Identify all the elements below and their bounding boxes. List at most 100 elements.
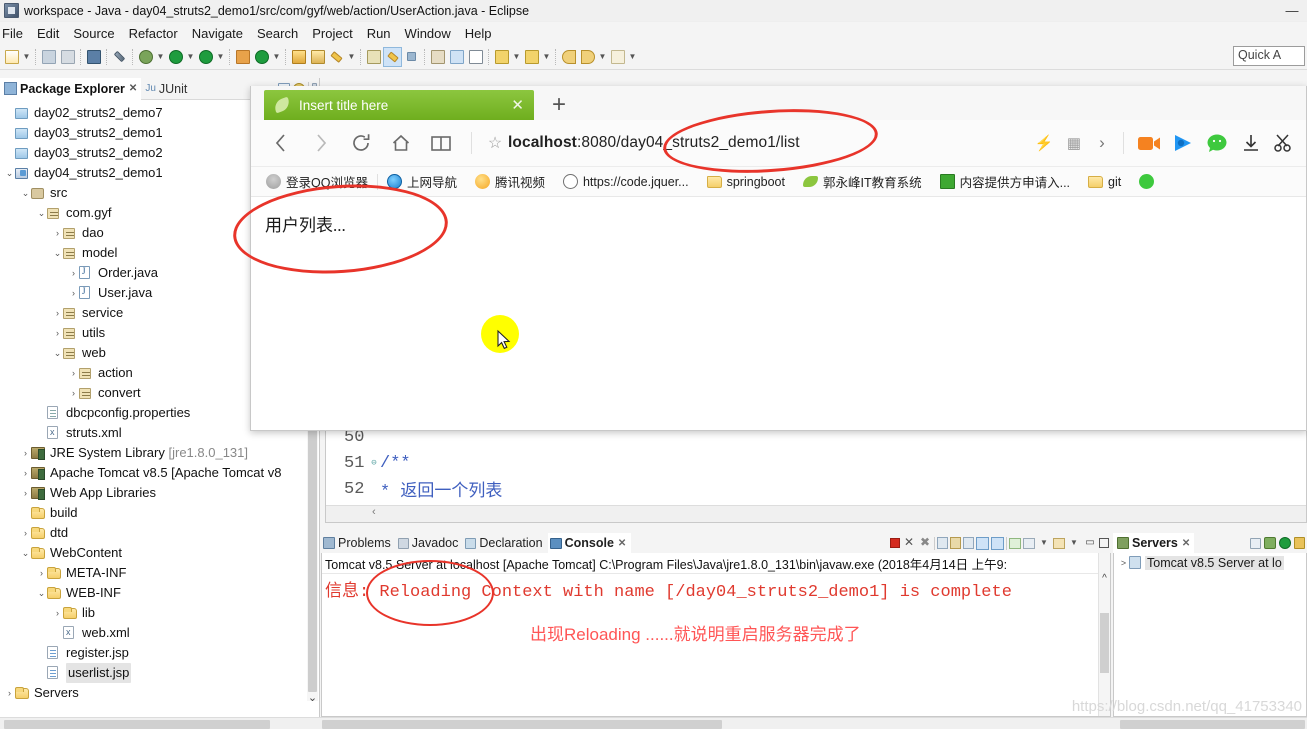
scrollbar-thumb[interactable]	[1100, 613, 1109, 673]
expand-arrow[interactable]: ›	[20, 528, 31, 538]
tree-item[interactable]: › META-INF	[2, 563, 319, 583]
tree-item[interactable]: web.xml	[2, 623, 319, 643]
server-row[interactable]: > Tomcat v8.5 Server at lo	[1114, 553, 1306, 572]
debug-button[interactable]	[136, 47, 155, 67]
new-tab-button[interactable]: +	[552, 91, 566, 119]
back-icon[interactable]	[261, 126, 301, 160]
remove-launch-icon[interactable]: ✕	[902, 536, 916, 550]
save-button[interactable]	[39, 47, 58, 67]
home-icon[interactable]	[381, 126, 421, 160]
tree-item[interactable]: userlist.jsp	[2, 663, 319, 683]
collapse-arrow[interactable]: ⌄	[52, 248, 63, 259]
tab-console[interactable]: Console ✕	[547, 533, 632, 553]
next-annotation-button[interactable]	[492, 47, 511, 67]
show-console-icon[interactable]	[963, 537, 974, 549]
expand-arrow[interactable]: ›	[68, 368, 79, 378]
open-console-menu-icon[interactable]	[1053, 537, 1065, 549]
bookmark-item[interactable]: springboot	[698, 175, 794, 189]
tab-junit[interactable]: Ju JUnit	[141, 78, 191, 100]
bookmark-item[interactable]: 内容提供方申请入...	[931, 172, 1079, 191]
console-vertical-scrollbar[interactable]: ^	[1098, 553, 1110, 716]
close-icon[interactable]: ✕	[618, 538, 626, 549]
new-button[interactable]	[2, 47, 21, 67]
new-dropdown-arrow[interactable]: ▼	[21, 47, 32, 67]
console-dropdown-arrow[interactable]: ▼	[1037, 536, 1051, 550]
bookmark-item[interactable]	[1130, 174, 1168, 189]
video-record-icon[interactable]	[1134, 135, 1164, 152]
run-external-button[interactable]	[196, 47, 215, 67]
prev-annotation-button[interactable]	[522, 47, 541, 67]
run-dropdown-arrow[interactable]: ▼	[185, 47, 196, 67]
tree-item[interactable]: ⌄ WEB-INF	[2, 583, 319, 603]
bookmark-star-icon[interactable]: ☆	[482, 133, 508, 153]
reload-icon[interactable]	[341, 126, 381, 160]
forward-history-button[interactable]	[578, 47, 597, 67]
run-external-dropdown-arrow[interactable]: ▼	[215, 47, 226, 67]
scissors-icon[interactable]	[1270, 133, 1296, 153]
expand-arrow[interactable]: ›	[68, 288, 79, 298]
search-button[interactable]	[327, 47, 346, 67]
new-class-button[interactable]	[252, 47, 271, 67]
expand-arrow[interactable]: ›	[36, 568, 47, 578]
console-menu-arrow[interactable]: ▼	[1067, 536, 1081, 550]
close-icon[interactable]: ✕	[1182, 538, 1190, 549]
menu-file[interactable]: File	[0, 24, 30, 43]
tab-javadoc[interactable]: Javadoc	[396, 533, 464, 553]
tree-item[interactable]: ⌄ WebContent	[2, 543, 319, 563]
quick-access-input[interactable]: Quick A	[1233, 46, 1305, 66]
collapse-arrow[interactable]: ⌄	[36, 588, 47, 599]
tree-item[interactable]: › dtd	[2, 523, 319, 543]
new-package-button[interactable]	[233, 47, 252, 67]
menu-source[interactable]: Source	[66, 24, 121, 43]
bookmark-item[interactable]: git	[1079, 175, 1130, 189]
history-dropdown-arrow[interactable]: ▼	[597, 47, 608, 67]
reader-icon[interactable]	[421, 126, 461, 160]
open-type-button[interactable]	[289, 47, 308, 67]
tree-item[interactable]: › JRE System Library [jre1.8.0_131]	[2, 443, 319, 463]
link-editor-button[interactable]	[110, 47, 129, 67]
editor-horizontal-scrollbar[interactable]: ‹	[326, 505, 1306, 522]
bookmark-item[interactable]: 郭永峰IT教育系统	[794, 172, 931, 191]
scroll-lock-icon[interactable]	[950, 537, 961, 549]
expand-arrow[interactable]: ›	[20, 468, 31, 478]
collapse-arrow[interactable]: ⌄	[20, 188, 31, 199]
code-editor-area[interactable]: • 50 51 ⊖ /** 52 * 返回一个列表 ‹	[325, 423, 1307, 524]
tab-servers[interactable]: Servers ✕	[1113, 533, 1195, 553]
forward-nav-button[interactable]	[608, 47, 627, 67]
expand-arrow[interactable]: ›	[52, 308, 63, 318]
minimize-button[interactable]: —	[1277, 0, 1307, 22]
open-resource-button[interactable]	[308, 47, 327, 67]
forward-icon[interactable]	[301, 126, 341, 160]
collapse-arrow[interactable]: ⌄	[52, 348, 63, 359]
expand-arrow[interactable]: >	[1118, 558, 1129, 568]
tree-item[interactable]: build	[2, 503, 319, 523]
debug-server-icon[interactable]	[1264, 537, 1276, 549]
collapse-arrow[interactable]: ⌄	[36, 208, 47, 219]
next-annotation-dropdown-arrow[interactable]: ▼	[511, 47, 522, 67]
tree-item[interactable]: › Servers	[2, 683, 319, 703]
tree-item[interactable]: › Apache Tomcat v8.5 [Apache Tomcat v8	[2, 463, 319, 483]
expand-arrow[interactable]: ›	[68, 388, 79, 398]
annotation-button[interactable]	[383, 46, 402, 67]
save-all-button[interactable]	[58, 47, 77, 67]
fold-marker[interactable]: ⊖	[368, 458, 380, 468]
browser-tab[interactable]: Insert title here ✕	[264, 90, 534, 120]
perspective-button[interactable]	[364, 47, 383, 67]
download-icon[interactable]	[1236, 133, 1266, 153]
maximize-view-icon[interactable]	[1099, 538, 1109, 548]
wechat-icon[interactable]	[1202, 133, 1232, 153]
terminate-icon[interactable]	[890, 538, 900, 548]
tab-declaration[interactable]: Declaration	[463, 533, 547, 553]
menu-edit[interactable]: Edit	[30, 24, 66, 43]
tree-item[interactable]: › lib	[2, 603, 319, 623]
close-icon[interactable]: ✕	[511, 96, 524, 114]
collapse-all-icon[interactable]	[1250, 537, 1261, 549]
menu-refactor[interactable]: Refactor	[122, 24, 185, 43]
servers-body[interactable]: > Tomcat v8.5 Server at lo	[1113, 553, 1307, 717]
forward-nav-dropdown-arrow[interactable]: ▼	[627, 47, 638, 67]
bookmark-item[interactable]: 腾讯视频	[466, 172, 554, 191]
expand-arrow[interactable]: ›	[52, 328, 63, 338]
collapse-arrow[interactable]: ⌄	[4, 168, 15, 179]
bookmark-item[interactable]: https://code.jquer...	[554, 174, 698, 189]
new-class-dropdown-arrow[interactable]: ▼	[271, 47, 282, 67]
